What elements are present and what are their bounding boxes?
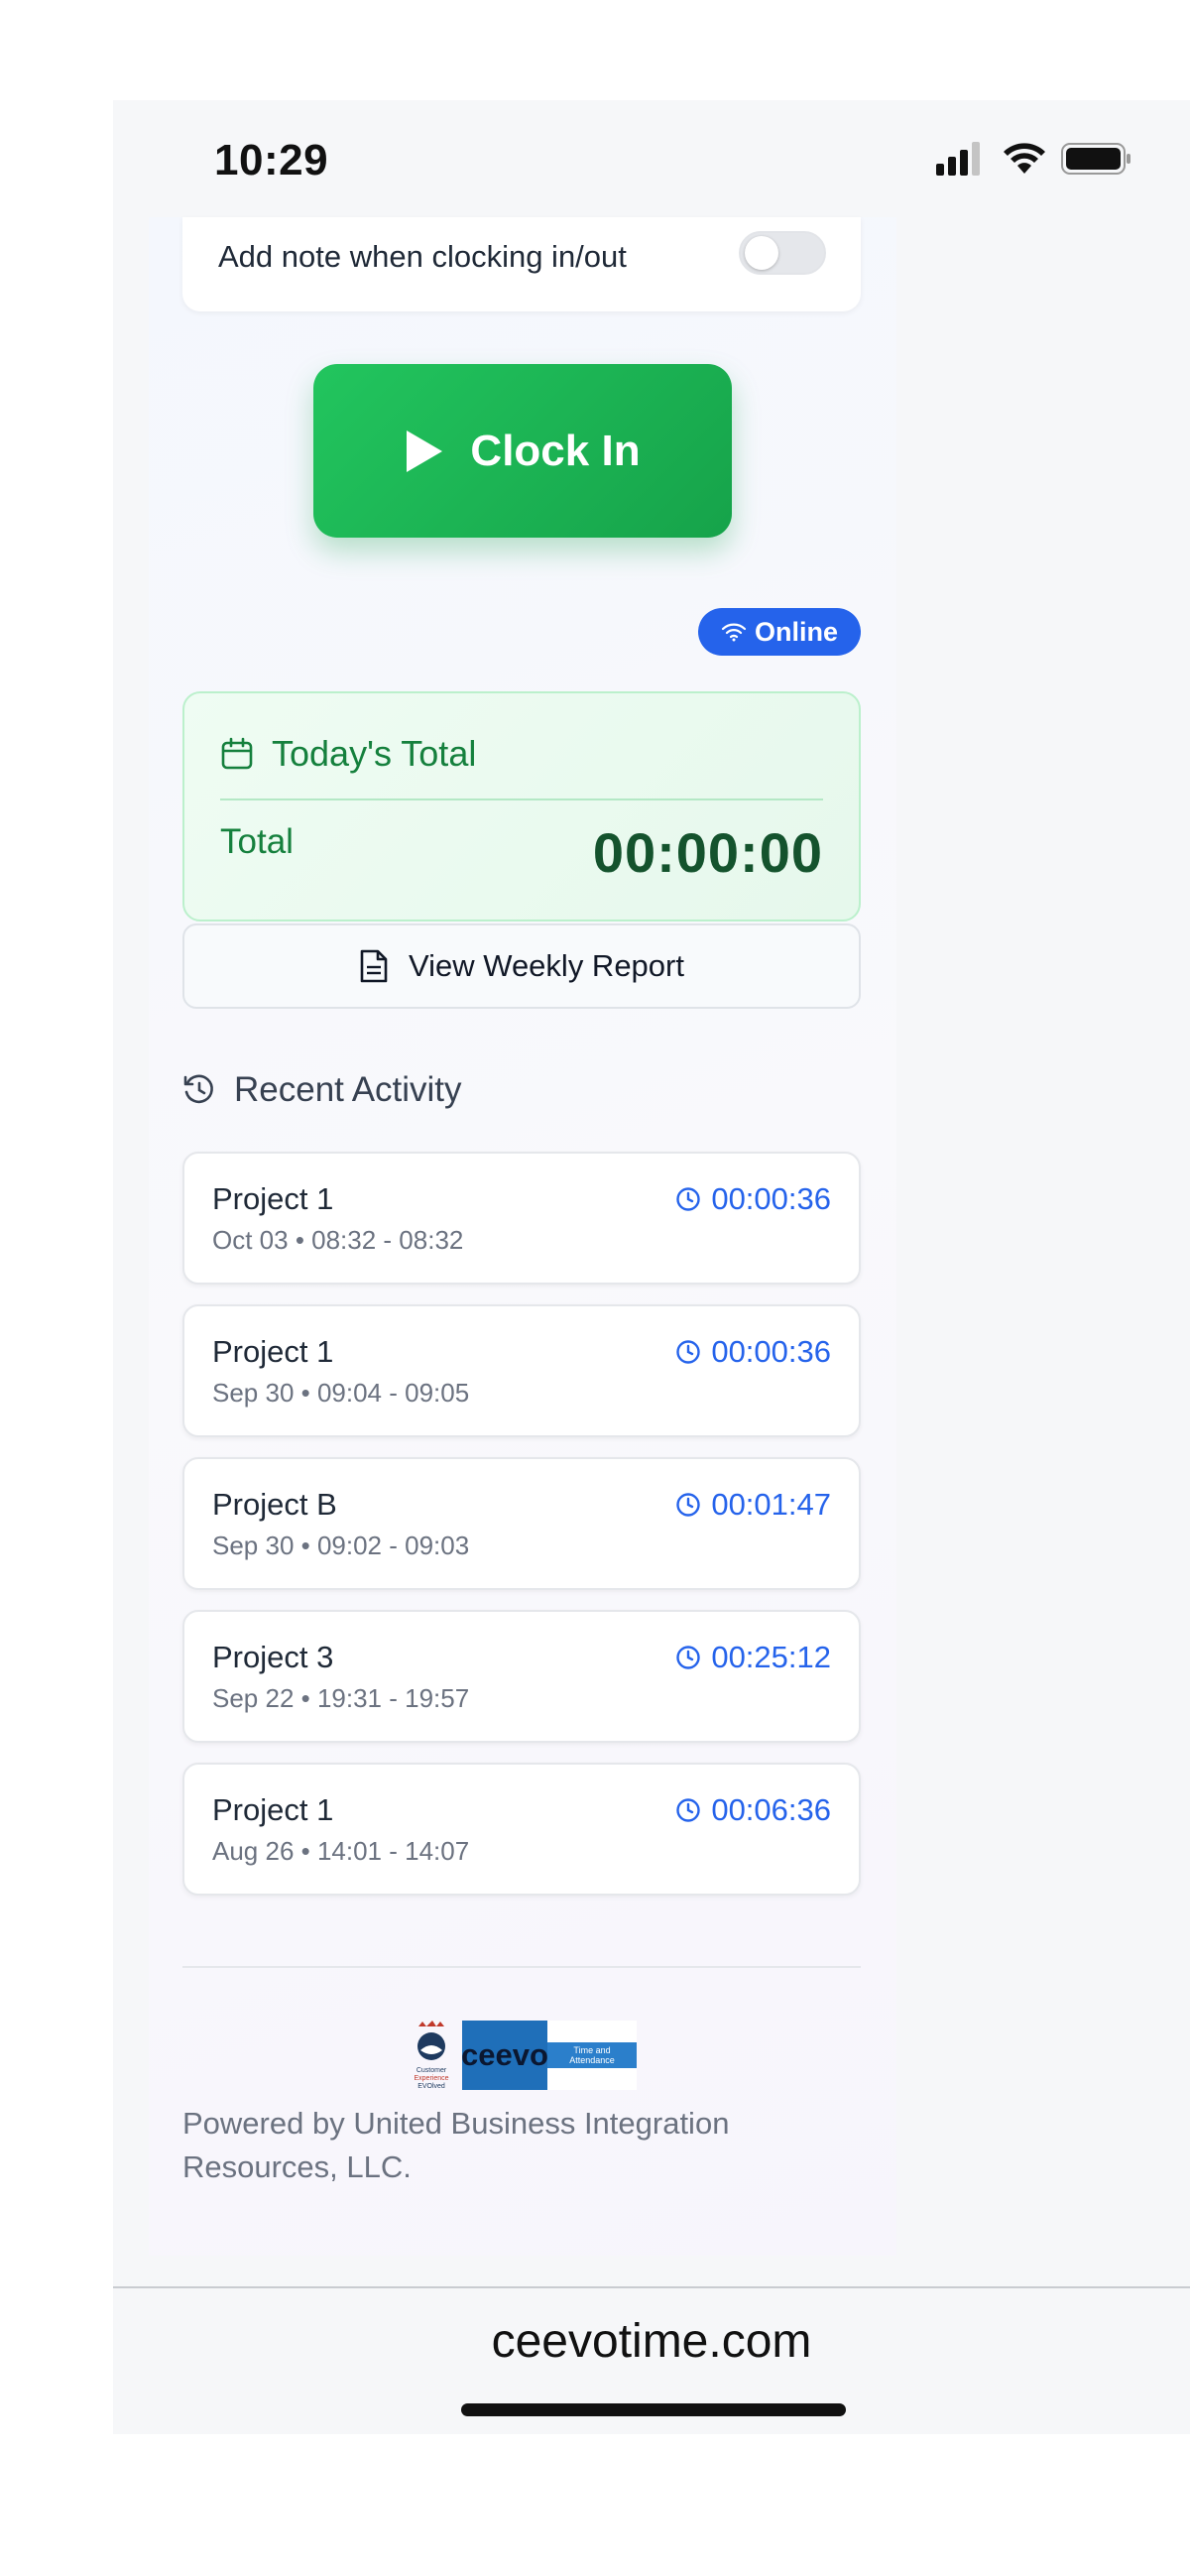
wifi-icon	[721, 623, 747, 642]
activity-duration-text: 00:00:36	[711, 1181, 831, 1216]
activity-duration: 00:25:12	[675, 1640, 831, 1675]
activity-time-range: Sep 22 • 19:31 - 19:57	[212, 1683, 470, 1713]
svg-text:Customer: Customer	[416, 2067, 447, 2074]
todays-total-header: Today's Total	[220, 733, 476, 775]
battery-icon	[1061, 143, 1130, 175]
activity-item[interactable]: Project 3 Sep 22 • 19:31 - 19:57 00:25:1…	[182, 1610, 861, 1743]
activity-item[interactable]: Project 1 Oct 03 • 08:32 - 08:32 00:00:3…	[182, 1152, 861, 1285]
total-label: Total	[220, 822, 294, 861]
svg-text:EVOlved: EVOlved	[417, 2083, 445, 2090]
status-icons	[936, 142, 1132, 176]
online-status-badge: Online	[698, 608, 861, 656]
phone-screen: 10:29 Add note when clocking in/out Cloc…	[113, 100, 1190, 2434]
activity-duration-text: 00:06:36	[711, 1792, 831, 1827]
total-divider	[220, 798, 823, 800]
todays-total-card: Today's Total Total 00:00:00	[182, 691, 861, 921]
powered-by-text: Powered by United Business Integration R…	[182, 2106, 730, 2184]
ceevo-brand-text: ceevo	[461, 2037, 548, 2072]
activity-project: Project B	[212, 1487, 337, 1522]
document-icon	[360, 949, 388, 983]
activity-duration-text: 00:25:12	[711, 1640, 831, 1674]
calendar-icon	[221, 737, 253, 770]
activity-project: Project 1	[212, 1792, 334, 1827]
activity-project: Project 1	[212, 1181, 334, 1216]
online-label: Online	[754, 616, 838, 647]
view-weekly-report-label: View Weekly Report	[409, 948, 684, 983]
view-weekly-report-button[interactable]: View Weekly Report	[182, 923, 861, 1009]
activity-duration-text: 00:00:36	[711, 1334, 831, 1369]
activity-duration: 00:06:36	[675, 1792, 831, 1828]
home-indicator[interactable]	[461, 2403, 846, 2416]
ceevo-logo: Customer Experience EVOlved ceevo Time a…	[401, 2021, 647, 2090]
status-time: 10:29	[214, 136, 329, 184]
footer-divider	[182, 1966, 861, 1968]
activity-time-range: Sep 30 • 09:04 - 09:05	[212, 1378, 470, 1408]
play-icon	[407, 429, 443, 472]
time-attendance-tag: Time and Attendance	[547, 2021, 637, 2090]
activity-duration: 00:00:36	[675, 1181, 831, 1217]
clock-icon	[676, 1798, 701, 1822]
activity-time-range: Aug 26 • 14:01 - 14:07	[212, 1836, 470, 1866]
clock-icon	[676, 1187, 701, 1211]
clock-icon	[676, 1340, 701, 1364]
activity-time-range: Oct 03 • 08:32 - 08:32	[212, 1225, 464, 1255]
total-value: 00:00:00	[592, 821, 823, 884]
todays-total-title: Today's Total	[272, 733, 477, 774]
toggle-knob	[745, 236, 778, 270]
activity-duration: 00:00:36	[675, 1334, 831, 1370]
activity-item[interactable]: Project 1 Sep 30 • 09:04 - 09:05 00:00:3…	[182, 1304, 861, 1437]
note-setting-card: Add note when clocking in/out	[182, 217, 861, 311]
cx-evolved-logo: Customer Experience EVOlved	[401, 2021, 462, 2090]
clock-icon	[676, 1646, 701, 1669]
recent-activity-header: Recent Activity	[182, 1070, 462, 1110]
wifi-icon	[1004, 143, 1045, 174]
recent-activity-list: Project 1 Oct 03 • 08:32 - 08:32 00:00:3…	[182, 1152, 861, 1915]
browser-url[interactable]: ceevotime.com	[113, 2314, 1190, 2369]
activity-item[interactable]: Project 1 Aug 26 • 14:01 - 14:07 00:06:3…	[182, 1763, 861, 1896]
activity-item[interactable]: Project B Sep 30 • 09:02 - 09:03 00:01:4…	[182, 1457, 861, 1590]
logo-tag-line-2: Attendance	[569, 2055, 615, 2065]
svg-text:Experience: Experience	[414, 2075, 448, 2082]
clock-in-button[interactable]: Clock In	[313, 364, 732, 538]
activity-duration-text: 00:01:47	[711, 1487, 831, 1522]
activity-project: Project 1	[212, 1334, 334, 1369]
history-icon	[183, 1074, 213, 1104]
clock-in-label: Clock In	[470, 426, 641, 475]
recent-activity-title: Recent Activity	[234, 1070, 462, 1109]
app-content: Add note when clocking in/out Clock In O…	[149, 217, 896, 2256]
note-setting-label: Add note when clocking in/out	[218, 239, 627, 274]
status-bar: 10:29	[113, 100, 1190, 217]
note-toggle[interactable]	[739, 231, 826, 275]
clock-icon	[676, 1493, 701, 1517]
logo-tag-line-1: Time and	[573, 2045, 611, 2055]
activity-project: Project 3	[212, 1640, 334, 1674]
signal-icon	[936, 142, 980, 176]
activity-duration: 00:01:47	[675, 1487, 831, 1523]
ceevo-wordmark: ceevo	[461, 2021, 548, 2090]
browser-address-bar: ceevotime.com	[113, 2286, 1190, 2434]
activity-time-range: Sep 30 • 09:02 - 09:03	[212, 1531, 470, 1560]
